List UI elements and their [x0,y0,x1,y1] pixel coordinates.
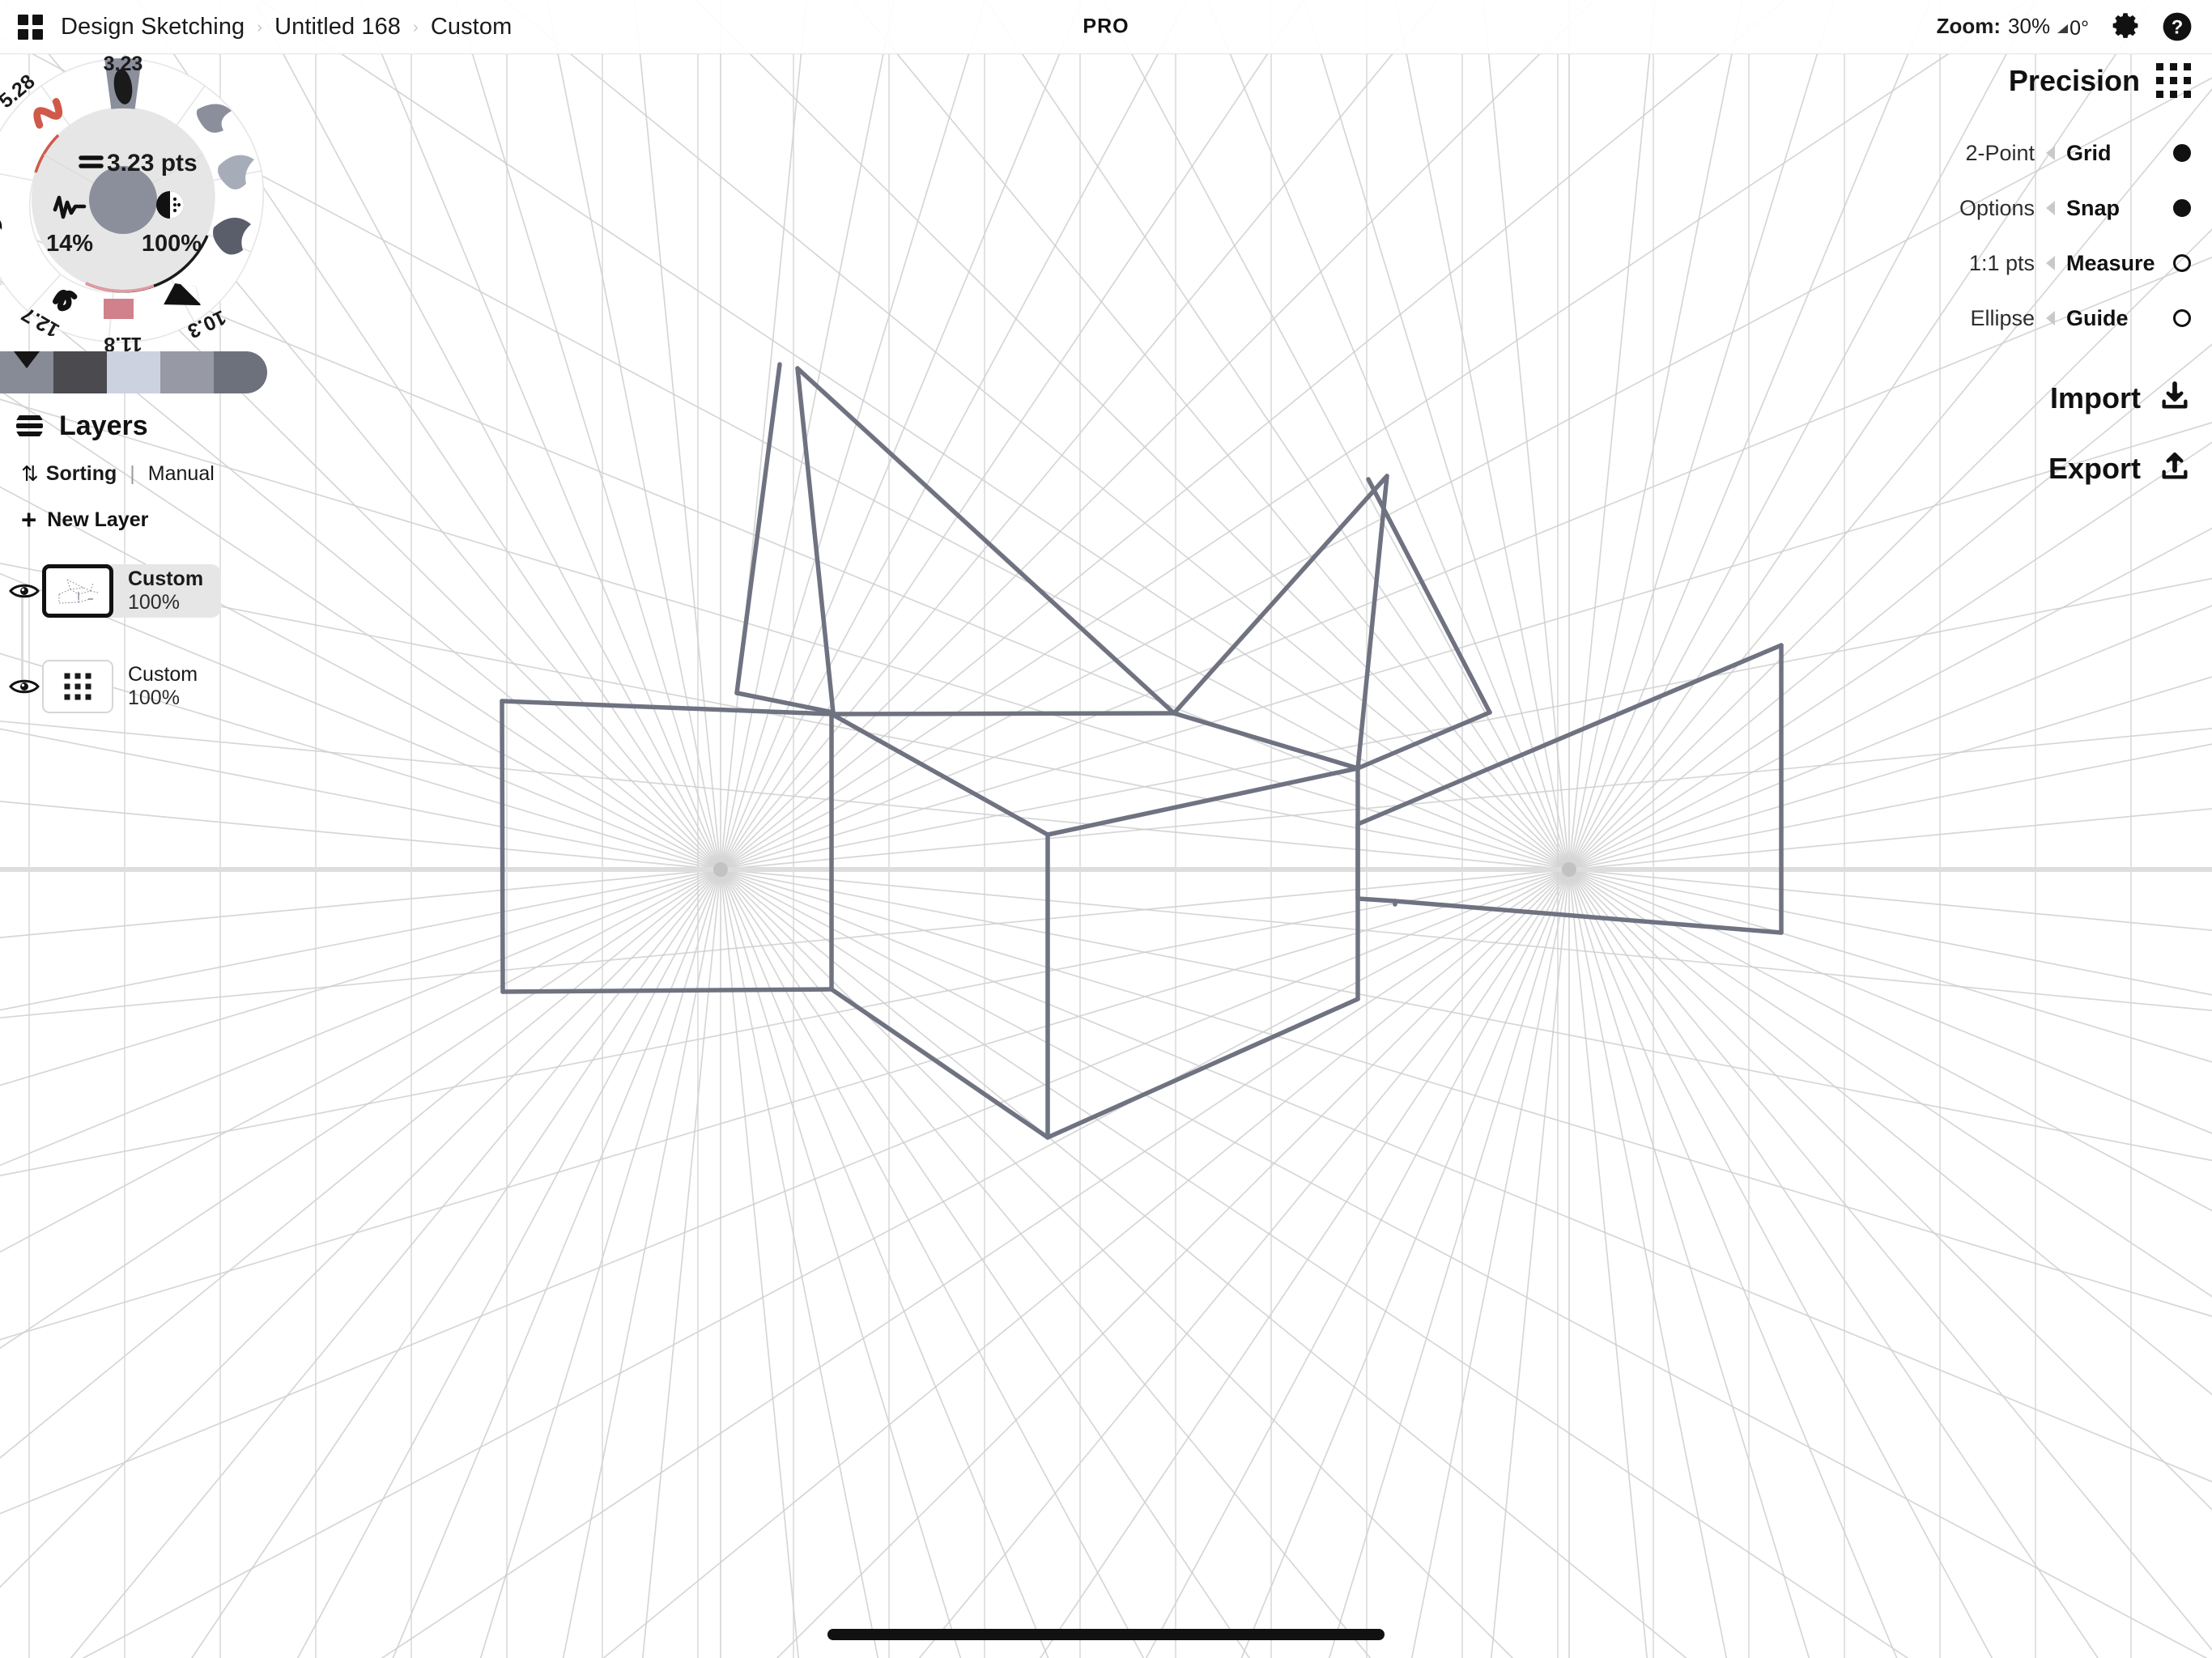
precision-option-label: Guide [2066,305,2129,330]
color-swatch-icon [104,299,144,319]
import-button[interactable]: Import [1959,380,2191,416]
color-swatch-3[interactable] [160,351,214,393]
new-layer-button[interactable]: + New Layer [0,497,275,542]
layers-stack-icon[interactable] [16,415,43,436]
layers-title: Layers [59,410,148,441]
rotation-readout: 0° [2057,17,2089,40]
breadcrumb-separator-icon: › [257,19,263,36]
sorting-label: Sorting [45,461,117,485]
download-tray-icon[interactable] [2159,380,2191,416]
precision-option-label: Grid [2066,140,2112,165]
smoothing-value: 14% [46,231,93,257]
gear-icon[interactable] [2110,11,2141,42]
color-swatch-bar[interactable] [0,351,267,393]
chevron-left-icon[interactable] [2046,256,2055,270]
precision-option-label: Snap [2066,195,2121,220]
layers-panel: Layers ⇅ Sorting | Manual + New Layer Cu… [0,402,275,740]
color-swatch-1[interactable] [53,351,107,393]
vanishing-point-left [713,862,728,877]
import-label: Import [2050,380,2141,414]
new-layer-label: New Layer [47,508,149,531]
color-swatch-4[interactable] [214,351,267,393]
breadcrumb-item-layer[interactable]: Custom [431,14,513,40]
breadcrumb-item-document[interactable]: Untitled 168 [274,14,401,40]
grid-toggle[interactable] [2173,144,2191,162]
sorting-divider: | [130,461,135,485]
vanishing-point-right [1562,862,1576,877]
topbar-left: Design Sketching › Untitled 168 › Custom [0,14,512,40]
breadcrumb: Design Sketching › Untitled 168 › Custom [61,14,512,40]
angle-icon [2057,23,2069,33]
precision-row-grid[interactable]: 2-Point Grid [1959,125,2191,181]
dot-grid-icon [64,673,91,700]
snap-toggle[interactable] [2173,199,2191,217]
precision-title: Precision [2008,63,2140,97]
eye-visible-icon[interactable] [6,677,42,696]
app-root: Design Sketching › Untitled 168 › Custom… [0,0,2212,1658]
sort-arrows-icon: ⇅ [21,461,39,486]
topbar-right: Zoom: 30% 0° ? [1937,11,2193,42]
wheel-segment-label-selected: 3.23 [104,53,143,75]
precision-row-guide[interactable]: Ellipse Guide [1959,291,2191,346]
precision-mode-label: Options [1959,195,2035,220]
layer-list: Custom 100% Custom 100% [0,542,275,729]
precision-row-measure[interactable]: 1:1 pts Measure [1959,236,2191,291]
upload-tray-icon[interactable] [2159,450,2191,487]
dot-grid-icon[interactable] [2156,63,2191,98]
layer-meta: Custom 100% [128,663,198,711]
layer-name: Custom [128,567,204,590]
help-question-icon[interactable]: ? [2162,11,2193,42]
top-bar: Design Sketching › Untitled 168 › Custom… [0,0,2212,54]
precision-option-label: Measure [2066,250,2155,275]
chevron-left-icon[interactable] [2046,201,2055,215]
export-label: Export [2048,451,2141,485]
layers-header[interactable]: Layers [0,402,275,450]
layer-opacity: 100% [128,687,180,709]
chevron-left-icon[interactable] [2046,146,2055,160]
selected-swatch-caret-icon [14,351,40,368]
layer-thumbnail[interactable] [42,660,113,713]
layer-thumbnail[interactable] [42,564,113,618]
contrast-half-circle-icon [156,191,184,219]
chevron-left-icon[interactable] [2046,311,2055,325]
precision-row-snap[interactable]: Options Snap [1959,181,2191,236]
layer-row[interactable]: Custom 100% [0,549,275,633]
home-indicator-bar [827,1629,1385,1640]
precision-mode-label: 2-Point [1965,140,2035,165]
measure-toggle[interactable] [2173,254,2191,272]
export-button[interactable]: Export [1959,450,2191,487]
svg-text:?: ? [2172,17,2184,39]
brush-size-label: 3.23 pts [107,150,198,176]
layer-card-selected[interactable]: Custom 100% [42,564,222,618]
precision-mode-label: Ellipse [1970,305,2035,330]
guide-toggle[interactable] [2173,309,2191,327]
eye-visible-icon[interactable] [6,581,42,601]
grid-apps-icon[interactable] [18,14,43,40]
breadcrumb-item-project[interactable]: Design Sketching [61,14,245,40]
zoom-value: 30% [2008,13,2051,38]
layer-meta: Custom 100% [128,568,203,615]
layer-name: Custom [128,662,198,686]
layer-row[interactable]: Custom 100% [0,644,275,729]
opacity-value: 100% [142,231,202,257]
sorting-row[interactable]: ⇅ Sorting | Manual [0,450,275,497]
precision-mode-label: 1:1 pts [1968,250,2035,275]
sorting-value: Manual [147,461,215,485]
plus-icon: + [21,504,37,534]
pro-badge: PRO [1083,15,1129,38]
precision-header[interactable]: Precision [1959,63,2191,98]
drawing-canvas[interactable] [0,0,2212,1658]
layer-opacity: 100% [128,591,180,614]
breadcrumb-separator-icon: › [413,19,419,36]
color-swatch-2[interactable] [107,351,160,393]
brush-radial-menu[interactable]: 3.23 pts 14% 100% 3.23 5.28 12.7 11.8 10… [0,42,277,366]
color-swatch-0[interactable] [0,351,53,393]
layer-card[interactable]: Custom 100% [42,660,215,713]
zoom-readout[interactable]: Zoom: 30% 0° [1937,14,2089,40]
zoom-label: Zoom: [1936,13,2001,38]
precision-panel: Precision 2-Point Grid Options Snap 1:1 … [1959,63,2191,487]
rotation-value: 0° [2069,16,2089,40]
